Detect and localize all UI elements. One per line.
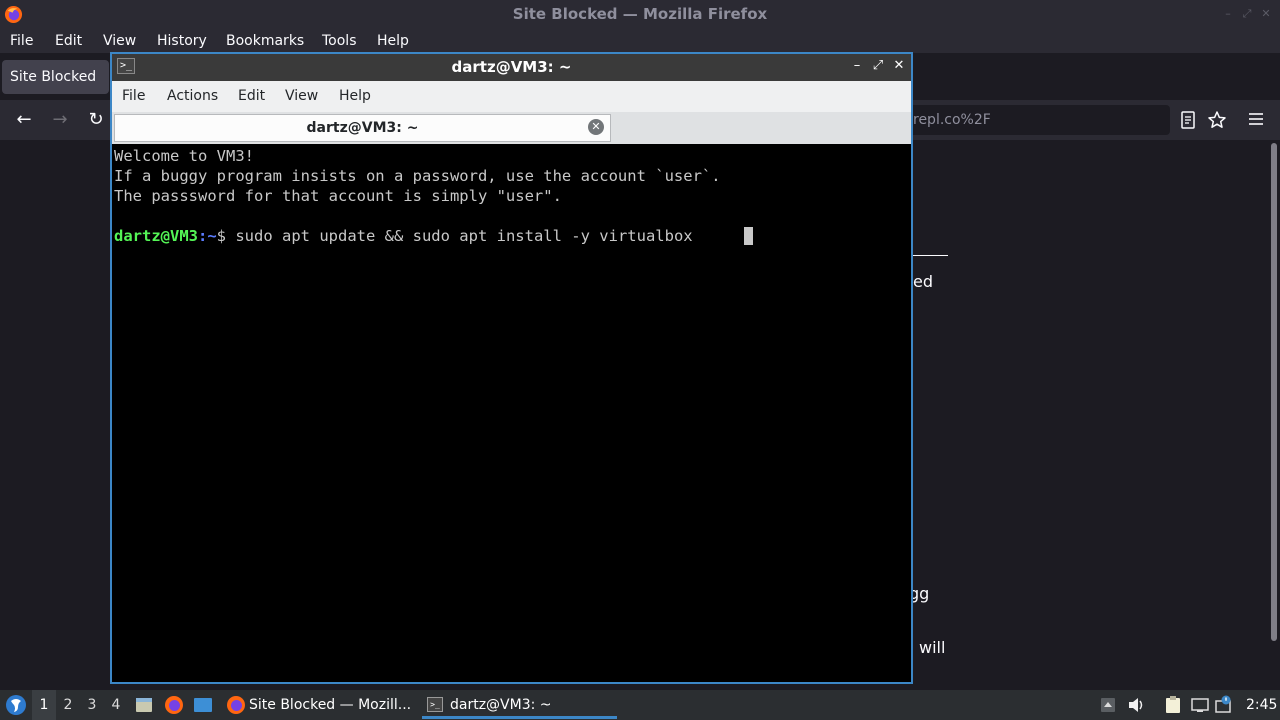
firefox-close-button[interactable]: ✕ [1260,8,1272,20]
prompt-path: :~ [198,227,217,245]
firefox-window-title: Site Blocked — Mozilla Firefox [512,5,768,23]
firefox-task-icon [227,696,245,714]
firefox-menu-help[interactable]: Help [377,29,409,53]
prompt-symbol: $ [216,227,236,245]
terminal-close-button[interactable]: ✕ [891,58,907,74]
bookmark-star-icon[interactable] [1207,110,1227,130]
terminal-menu-view[interactable]: View [285,81,318,112]
terminal-output-line: Welcome to VM3! [114,147,254,165]
terminal-prompt-line[interactable]: dartz@VM3:~$ sudo apt update && sudo apt… [114,226,693,246]
prompt-user: dartz@VM3 [114,227,198,245]
workspace-1[interactable]: 1 [32,690,56,720]
firefox-tab-label: Site Blocked [10,69,97,85]
clipboard-icon[interactable] [1163,695,1183,715]
workspace-2[interactable]: 2 [56,690,80,720]
taskbar [0,690,1280,720]
close-tab-icon[interactable]: ✕ [588,119,604,135]
terminal-maximize-button[interactable]: ⤢ [870,58,886,74]
network-icon[interactable] [1190,695,1210,715]
firefox-menu-view[interactable]: View [103,29,136,53]
terminal-tab-label: dartz@VM3: ~ [306,120,419,136]
page-text-fragment: will [919,638,946,657]
task-firefox[interactable]: Site Blocked — Mozill... [249,690,411,720]
firefox-maximize-button[interactable]: ⤢ [1241,8,1253,20]
firefox-url-text: repl.co%2F [913,112,991,128]
terminal-window-title: dartz@VM3: ~ [451,58,572,76]
firefox-minimize-button[interactable]: – [1222,8,1234,20]
terminal-minimize-button[interactable]: – [849,58,865,74]
notification-icon[interactable] [1214,695,1234,715]
firefox-logo-icon [4,5,23,24]
application-launcher-icon[interactable] [5,694,27,716]
show-desktop-icon[interactable] [193,695,213,715]
firefox-menu-edit[interactable]: Edit [55,29,82,53]
firefox-menu-tools[interactable]: Tools [322,29,357,53]
reader-view-icon[interactable] [1180,111,1196,129]
terminal-command: sudo apt update && sudo apt install -y v… [235,227,693,245]
reload-icon[interactable]: ↻ [84,108,108,132]
terminal-menu-file[interactable]: File [122,81,145,112]
clock[interactable]: 2:45 [1246,690,1277,720]
firefox-launcher-icon[interactable] [164,695,184,715]
tray-expand-icon[interactable] [1098,695,1118,715]
active-task-indicator [422,716,617,719]
page-text-fragment: ed [913,272,933,291]
file-manager-icon[interactable] [134,695,154,715]
terminal-menu-edit[interactable]: Edit [238,81,265,112]
workspace-3[interactable]: 3 [80,690,104,720]
terminal-output-line: The passsword for that account is simply… [114,187,562,205]
back-icon[interactable]: ← [12,108,36,132]
firefox-menu-bookmarks[interactable]: Bookmarks [226,29,304,53]
volume-icon[interactable] [1126,695,1146,715]
firefox-menu-file[interactable]: File [10,29,33,53]
firefox-menu-history[interactable]: History [157,29,207,53]
terminal-cursor [744,227,753,245]
firefox-scrollbar[interactable] [1271,143,1277,641]
terminal-output-line: If a buggy program insists on a password… [114,167,721,185]
workspace-4[interactable]: 4 [104,690,128,720]
terminal-menubar [112,81,911,112]
forward-icon[interactable]: → [48,108,72,132]
terminal-task-icon: >_ [427,697,443,712]
terminal-menu-help[interactable]: Help [339,81,371,112]
hamburger-menu-icon[interactable] [1248,112,1264,126]
terminal-menu-actions[interactable]: Actions [167,81,218,112]
